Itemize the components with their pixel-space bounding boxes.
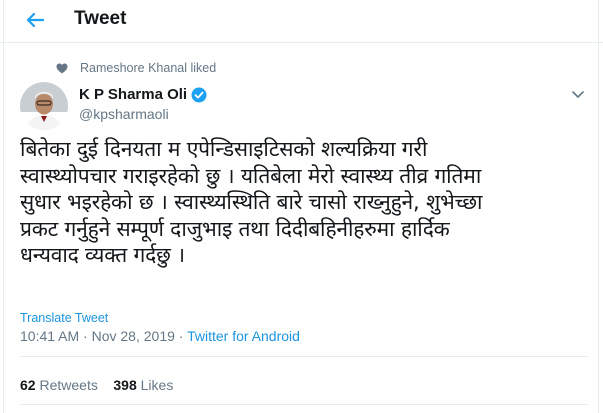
- likes-count: 398: [113, 377, 137, 393]
- verified-badge-icon: [191, 87, 207, 102]
- page-title: Tweet: [74, 8, 127, 29]
- tweet-source-link[interactable]: Twitter for Android: [187, 328, 300, 344]
- tweet-text-line: धन्यवाद व्यक्त गर्दछु ।: [20, 243, 185, 267]
- author-name[interactable]: K P Sharma Oli: [79, 86, 207, 103]
- tweet-stats: 62 Retweets 398 Likes: [20, 377, 173, 393]
- social-context-label[interactable]: Rameshore Khanal liked: [80, 61, 216, 75]
- tweet-text-line: बितेका दुई दिनयता म एपेन्डिसाइटिसको शल्य…: [20, 137, 428, 161]
- meta-separator: ·: [174, 328, 188, 344]
- header: Tweet: [0, 0, 603, 43]
- tweet-metadata: 10:41 AM · Nov 28, 2019 · Twitter for An…: [20, 328, 300, 344]
- author-name-text: K P Sharma Oli: [79, 86, 188, 103]
- divider: [20, 404, 588, 405]
- meta-separator: ·: [79, 328, 92, 344]
- more-options-button[interactable]: [568, 84, 588, 104]
- tweet-text-line: स्वास्थ्योपचार गराइरहेको छु । यतिबेला मे…: [20, 163, 482, 188]
- tweet-text: बितेका दुई दिनयता म एपेन्डिसाइटिसको शल्य…: [20, 136, 588, 269]
- tweet-date[interactable]: Nov 28, 2019: [92, 328, 175, 344]
- divider: [20, 356, 588, 357]
- chevron-down-icon: [572, 91, 584, 98]
- tweet-text-line: प्रकट गर्नुहुने सम्पूर्ण दाजुभाइ तथा दिद…: [20, 216, 450, 241]
- social-context: Rameshore Khanal liked: [56, 60, 216, 76]
- back-button[interactable]: [20, 6, 50, 34]
- tweet-time[interactable]: 10:41 AM: [20, 328, 79, 344]
- tweet-text-line: सुधार भइरहेको छ । स्वास्थ्यस्थिति बारे च…: [20, 190, 483, 214]
- arrow-left-icon: [26, 12, 44, 28]
- heart-icon: [56, 63, 68, 73]
- author-handle[interactable]: @kpsharmaoli: [79, 106, 169, 122]
- likes-label: Likes: [140, 377, 174, 393]
- frame-border-left: [3, 0, 4, 413]
- retweets-count: 62: [20, 377, 36, 393]
- avatar-image: [20, 82, 68, 130]
- likes-stat[interactable]: 398 Likes: [113, 377, 173, 393]
- translate-tweet-link[interactable]: Translate Tweet: [20, 311, 108, 325]
- retweets-stat[interactable]: 62 Retweets: [20, 377, 98, 393]
- frame-border-right: [598, 0, 599, 413]
- retweets-label: Retweets: [39, 377, 98, 393]
- avatar[interactable]: [20, 82, 68, 130]
